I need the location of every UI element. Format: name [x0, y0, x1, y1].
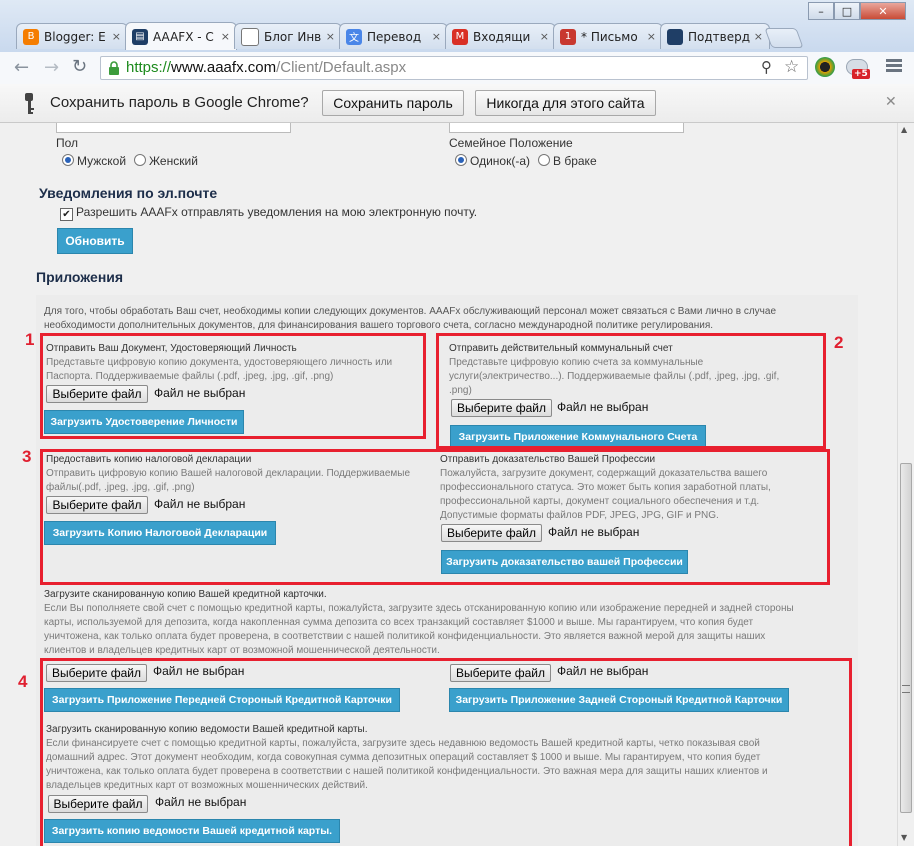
radio-icon: [62, 154, 74, 166]
extension-badge: +5: [852, 69, 870, 79]
marital-single-option[interactable]: Одинок(-а): [455, 154, 530, 168]
gmail-icon: M: [452, 28, 468, 45]
page-icon: [667, 28, 683, 45]
phone-input-2[interactable]: [449, 123, 684, 133]
minimize-button[interactable]: –: [808, 2, 834, 20]
gender-male-option[interactable]: Мужской: [62, 154, 126, 168]
tab-6[interactable]: 1 * Письмо ×: [553, 23, 663, 49]
phone-input[interactable]: [56, 123, 291, 133]
save-password-button[interactable]: Сохранить пароль: [322, 90, 464, 116]
url-path: /Client/Default.aspx: [276, 59, 407, 76]
update-button[interactable]: Обновить: [57, 228, 133, 254]
annotation-box-3: [40, 449, 830, 585]
page-scrollbar[interactable]: ▲ ▼: [897, 123, 914, 846]
infobar-message: Сохранить пароль в Google Chrome?: [50, 94, 309, 111]
address-bar[interactable]: https://www.aaafx.com/Client/Default.asp…: [100, 56, 808, 80]
radio-icon: [538, 154, 550, 166]
tab-label: Подтверд: [688, 29, 750, 44]
checkbox-icon: ✔: [60, 208, 73, 221]
maximize-button[interactable]: □: [834, 2, 860, 20]
menu-icon[interactable]: [886, 57, 902, 74]
gender-label: Пол: [56, 136, 79, 150]
notify-heading: Уведомления по эл.почте: [39, 185, 218, 201]
tab-close-icon[interactable]: ×: [326, 30, 335, 43]
lock-icon: [109, 61, 119, 75]
marital-married-option[interactable]: В браке: [538, 154, 597, 168]
annotation-number-2: 2: [834, 333, 844, 352]
aaafx-icon: ▤: [132, 28, 148, 45]
save-password-infobar: Сохранить пароль в Google Chrome? Сохран…: [0, 84, 914, 123]
blogger-icon: B: [23, 28, 39, 45]
forward-icon[interactable]: →: [44, 57, 59, 78]
tab-label: AAAFX - C: [153, 29, 214, 44]
page-viewport: Пол Мужской Женский Семейное Положение О…: [0, 123, 897, 846]
tab-label: Перевод: [367, 29, 422, 44]
infobar-close-icon[interactable]: ✕: [885, 94, 897, 110]
close-window-button[interactable]: ✕: [860, 2, 906, 20]
bookmark-star-icon[interactable]: ☆: [784, 57, 799, 77]
annotation-number-1: 1: [25, 330, 35, 349]
annotation-box-1: [40, 333, 426, 439]
translate-icon: 文: [346, 28, 362, 45]
attachments-heading: Приложения: [36, 269, 124, 285]
gender-female-option[interactable]: Женский: [134, 154, 198, 168]
annotation-box-4: [40, 658, 852, 846]
back-icon[interactable]: ←: [14, 57, 29, 78]
radio-icon: [134, 154, 146, 166]
url-text: https://www.aaafx.com/Client/Default.asp…: [126, 59, 406, 76]
tab-close-icon[interactable]: ×: [221, 30, 230, 43]
scroll-up-arrow[interactable]: ▲: [901, 125, 907, 134]
tab-label: Входящи: [473, 29, 531, 44]
new-tab-button[interactable]: [764, 28, 804, 48]
tab-label: * Письмо: [581, 29, 638, 44]
tab-7[interactable]: Подтверд ×: [660, 23, 770, 49]
tab-4[interactable]: 文 Перевод ×: [339, 23, 448, 49]
tab-5[interactable]: M Входящи ×: [445, 23, 556, 49]
key-icon: [25, 93, 34, 114]
tab-label: Blogger: E: [44, 29, 106, 44]
annotation-box-2: [436, 333, 826, 449]
never-save-button[interactable]: Никогда для этого сайта: [475, 90, 656, 116]
intro-text: Для того, чтобы обработать Ваш счет, нео…: [44, 306, 777, 331]
card-desc: Если Вы пополняете свой счет с помощью к…: [44, 603, 794, 656]
annotation-number-4: 4: [18, 672, 28, 691]
scroll-grip-icon: [902, 685, 910, 693]
zoom-search-icon[interactable]: ⚲: [761, 58, 772, 76]
tab-close-icon[interactable]: ×: [647, 30, 656, 43]
card-title: Загрузите сканированную копию Вашей кред…: [44, 589, 327, 600]
tab-close-icon[interactable]: ×: [754, 30, 763, 43]
tab-2[interactable]: ▤ AAAFX - C ×: [125, 22, 237, 50]
extension-circle-icon[interactable]: [815, 57, 835, 77]
url-scheme: https://: [126, 59, 172, 76]
page-icon: [241, 27, 259, 46]
tab-close-icon[interactable]: ×: [540, 30, 549, 43]
tab-3[interactable]: Блог Инв ×: [234, 23, 342, 49]
tab-1[interactable]: B Blogger: E ×: [16, 23, 128, 49]
mail-icon: 1: [560, 28, 576, 45]
tab-close-icon[interactable]: ×: [112, 30, 121, 43]
annotation-number-3: 3: [22, 447, 32, 466]
tab-close-icon[interactable]: ×: [432, 30, 441, 43]
tab-label: Блог Инв: [264, 29, 322, 44]
reload-icon[interactable]: ↻: [72, 56, 87, 77]
scroll-down-arrow[interactable]: ▼: [901, 833, 907, 842]
notify-checkbox[interactable]: ✔ Разрешить AAAFx отправлять уведомления …: [60, 205, 477, 221]
scroll-thumb[interactable]: [900, 463, 912, 813]
marital-label: Семейное Положение: [449, 136, 573, 150]
radio-icon: [455, 154, 467, 166]
url-host: www.aaafx.com: [171, 59, 277, 76]
